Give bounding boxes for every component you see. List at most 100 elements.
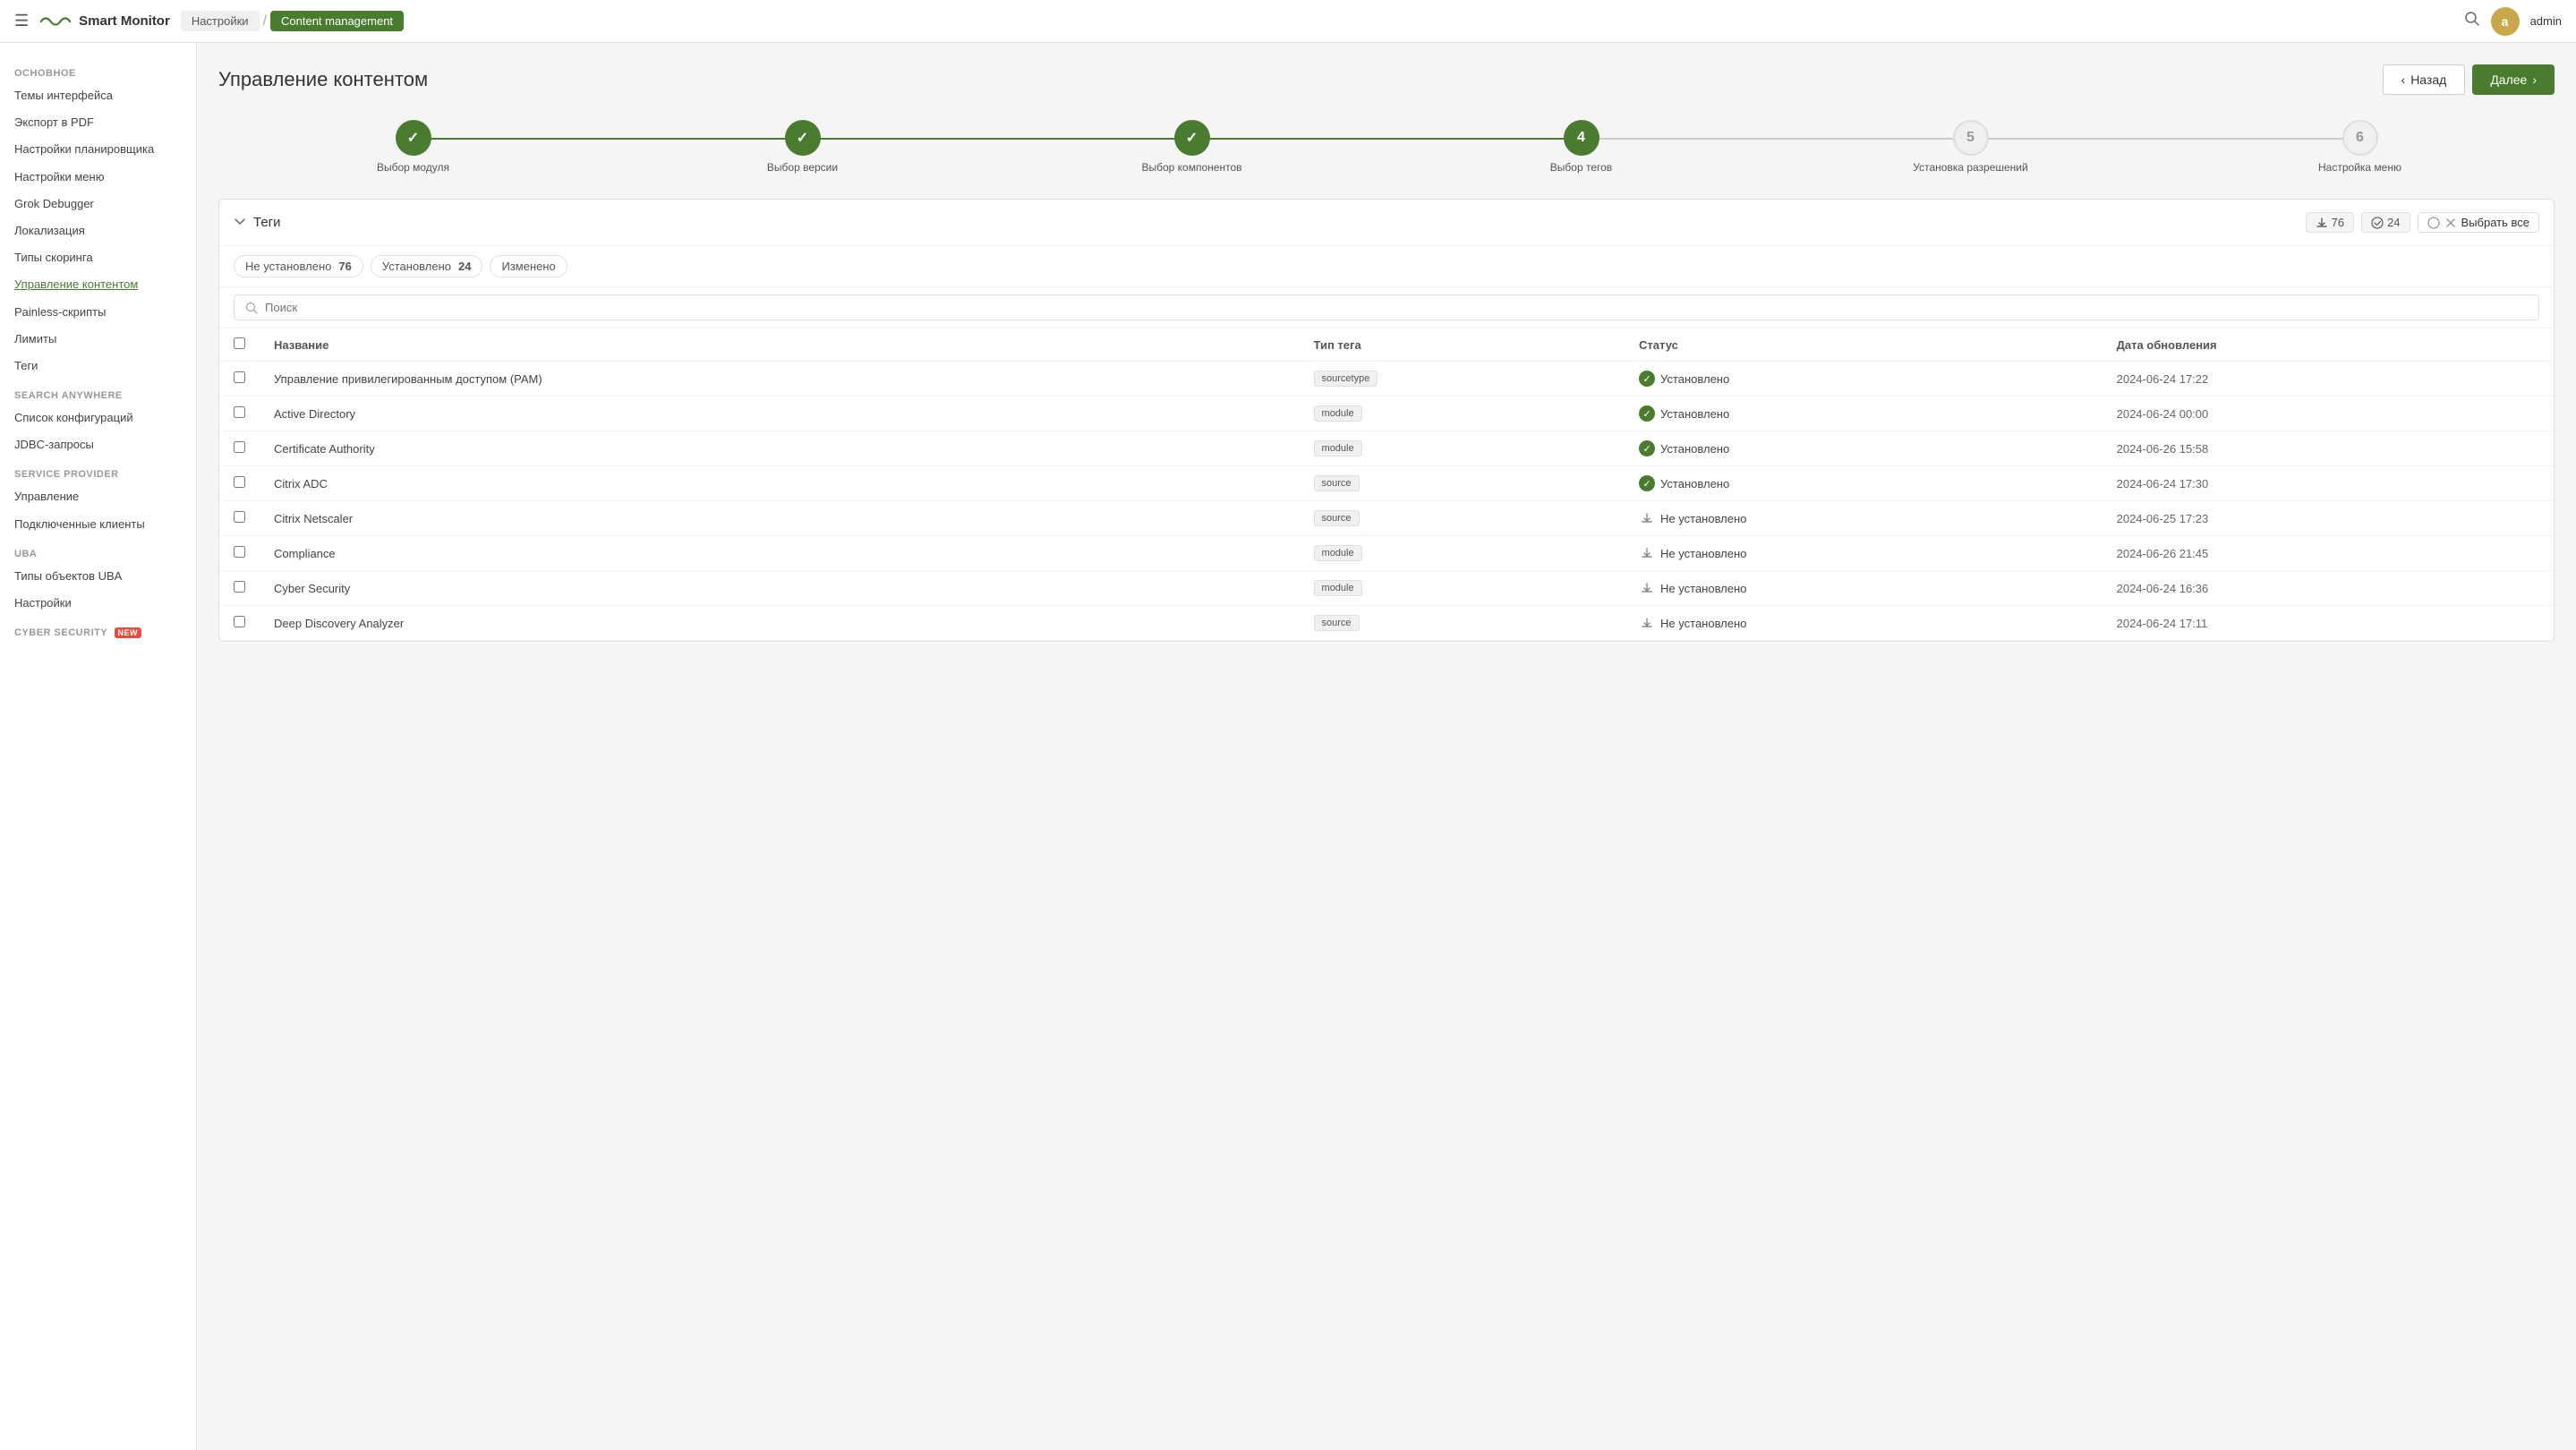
sidebar-item-menu-settings[interactable]: Настройки меню xyxy=(0,164,196,191)
row-checkbox-7[interactable] xyxy=(234,616,245,627)
search-icon[interactable] xyxy=(2464,11,2480,31)
th-updated: Дата обновления xyxy=(2103,328,2554,362)
row-updated: 2024-06-26 15:58 xyxy=(2103,431,2554,466)
step-2[interactable]: ✓ Выбор версии xyxy=(608,120,997,174)
row-status: Не установлено xyxy=(1625,536,2103,571)
main-content: Управление контентом ‹ Назад Далее › ✓ В… xyxy=(197,43,2576,1450)
row-tag-type: sourcetype xyxy=(1300,362,1625,397)
sidebar-item-content-management[interactable]: Управление контентом xyxy=(0,271,196,298)
sidebar-item-manage[interactable]: Управление xyxy=(0,483,196,510)
select-all-container: Выбрать все xyxy=(2418,212,2539,233)
sidebar-section-title-uba: UBA xyxy=(0,538,196,563)
sidebar-item-painless[interactable]: Painless-скрипты xyxy=(0,299,196,326)
sidebar-item-uba-types[interactable]: Типы объектов UBA xyxy=(0,563,196,590)
breadcrumb-content-management[interactable]: Content management xyxy=(270,11,404,31)
table-row: Certificate Authority module ✓Установлен… xyxy=(219,431,2554,466)
row-tag-type: source xyxy=(1300,501,1625,536)
th-status: Статус xyxy=(1625,328,2103,362)
step-1-label: Выбор модуля xyxy=(377,161,449,174)
step-6-label: Настройка меню xyxy=(2318,161,2401,174)
table-row: Compliance module Не установлено 2024-06… xyxy=(219,536,2554,571)
table-header-row: Название Тип тега Статус Дата обновления xyxy=(219,328,2554,362)
th-checkbox xyxy=(219,328,260,362)
sidebar-section-cyber-security: CYBER SECURITY NEW xyxy=(0,617,196,642)
table-row: Deep Discovery Analyzer source Не устано… xyxy=(219,606,2554,641)
logo-icon xyxy=(39,13,72,30)
sidebar-item-localization[interactable]: Локализация xyxy=(0,218,196,244)
chevron-right-icon: › xyxy=(2532,72,2537,87)
row-name: Deep Discovery Analyzer xyxy=(260,606,1300,641)
select-all-checkbox[interactable] xyxy=(234,337,245,349)
sidebar-item-grok[interactable]: Grok Debugger xyxy=(0,191,196,218)
row-updated: 2024-06-24 00:00 xyxy=(2103,397,2554,431)
select-all-label[interactable]: Выбрать все xyxy=(2461,216,2529,229)
row-updated: 2024-06-26 21:45 xyxy=(2103,536,2554,571)
row-checkbox-cell xyxy=(219,571,260,606)
breadcrumb-settings[interactable]: Настройки xyxy=(181,11,260,31)
row-tag-type: module xyxy=(1300,431,1625,466)
step-4-label: Выбор тегов xyxy=(1550,161,1612,174)
download-icon xyxy=(2316,217,2328,229)
panel-title: Теги xyxy=(253,215,281,230)
sidebar-item-clients[interactable]: Подключенные клиенты xyxy=(0,511,196,538)
sidebar-item-jdbc[interactable]: JDBC-запросы xyxy=(0,431,196,458)
row-status: ✓Установлено xyxy=(1625,466,2103,501)
next-button[interactable]: Далее › xyxy=(2472,64,2555,95)
table-row: Citrix Netscaler source Не установлено 2… xyxy=(219,501,2554,536)
row-checkbox-2[interactable] xyxy=(234,441,245,453)
sidebar-item-uba-settings[interactable]: Настройки xyxy=(0,590,196,617)
sidebar-item-scoring[interactable]: Типы скоринга xyxy=(0,244,196,271)
search-input[interactable] xyxy=(265,301,2528,314)
row-name: Cyber Security xyxy=(260,571,1300,606)
sidebar-section-search-anywhere: SEARCH ANYWHERE Список конфигураций JDBC… xyxy=(0,380,196,458)
step-1[interactable]: ✓ Выбор модуля xyxy=(218,120,608,174)
step-3-circle: ✓ xyxy=(1174,120,1210,156)
filter-uninstalled[interactable]: Не установлено 76 xyxy=(234,255,363,277)
table-row: Управление привилегированным доступом (P… xyxy=(219,362,2554,397)
step-3[interactable]: ✓ Выбор компонентов xyxy=(997,120,1386,174)
th-name: Название xyxy=(260,328,1300,362)
table-row: Citrix ADC source ✓Установлено 2024-06-2… xyxy=(219,466,2554,501)
row-name: Certificate Authority xyxy=(260,431,1300,466)
username-label: admin xyxy=(2530,14,2562,28)
table-body: Управление привилегированным доступом (P… xyxy=(219,362,2554,641)
panel-header: Теги 76 24 Выбрать все xyxy=(219,200,2554,246)
step-2-label: Выбор версии xyxy=(767,161,838,174)
circle-icon xyxy=(2427,217,2440,229)
row-checkbox-3[interactable] xyxy=(234,476,245,488)
row-name: Active Directory xyxy=(260,397,1300,431)
steps-container: ✓ Выбор модуля ✓ Выбор версии ✓ Выбор ко… xyxy=(218,120,2555,174)
row-checkbox-6[interactable] xyxy=(234,581,245,593)
filter-changed[interactable]: Изменено xyxy=(490,255,567,277)
row-checkbox-1[interactable] xyxy=(234,406,245,418)
breadcrumb: Настройки / Content management xyxy=(181,11,2453,31)
step-4[interactable]: 4 Выбор тегов xyxy=(1386,120,1776,174)
step-6-circle: 6 xyxy=(2342,120,2378,156)
row-checkbox-4[interactable] xyxy=(234,511,245,523)
sidebar-section-uba: UBA Типы объектов UBA Настройки xyxy=(0,538,196,617)
collapse-icon[interactable] xyxy=(234,215,246,230)
sidebar-item-limits[interactable]: Лимиты xyxy=(0,326,196,353)
row-checkbox-0[interactable] xyxy=(234,371,245,383)
row-updated: 2024-06-24 16:36 xyxy=(2103,571,2554,606)
panel-actions: 76 24 Выбрать все xyxy=(2306,212,2539,233)
row-status: Не установлено xyxy=(1625,606,2103,641)
step-6[interactable]: 6 Настройка меню xyxy=(2165,120,2555,174)
step-1-circle: ✓ xyxy=(396,120,431,156)
row-checkbox-5[interactable] xyxy=(234,546,245,558)
step-5-circle: 5 xyxy=(1953,120,1989,156)
step-5[interactable]: 5 Установка разрешений xyxy=(1776,120,2165,174)
back-button[interactable]: ‹ Назад xyxy=(2383,64,2466,95)
header-right: a admin xyxy=(2464,7,2562,36)
tags-table: Название Тип тега Статус Дата обновления… xyxy=(219,328,2554,641)
header: ☰ Smart Monitor Настройки / Content mana… xyxy=(0,0,2576,43)
sidebar-item-scheduler[interactable]: Настройки планировщика xyxy=(0,136,196,163)
avatar: a xyxy=(2491,7,2520,36)
sidebar-item-configurations[interactable]: Список конфигураций xyxy=(0,405,196,431)
sidebar-item-temy[interactable]: Темы интерфейса xyxy=(0,82,196,109)
sidebar-section-title-service-provider: SERVICE PROVIDER xyxy=(0,458,196,483)
sidebar-item-tegi[interactable]: Теги xyxy=(0,353,196,380)
sidebar-item-export[interactable]: Экспорт в PDF xyxy=(0,109,196,136)
filter-installed[interactable]: Установлено 24 xyxy=(371,255,483,277)
hamburger-icon[interactable]: ☰ xyxy=(14,12,29,30)
